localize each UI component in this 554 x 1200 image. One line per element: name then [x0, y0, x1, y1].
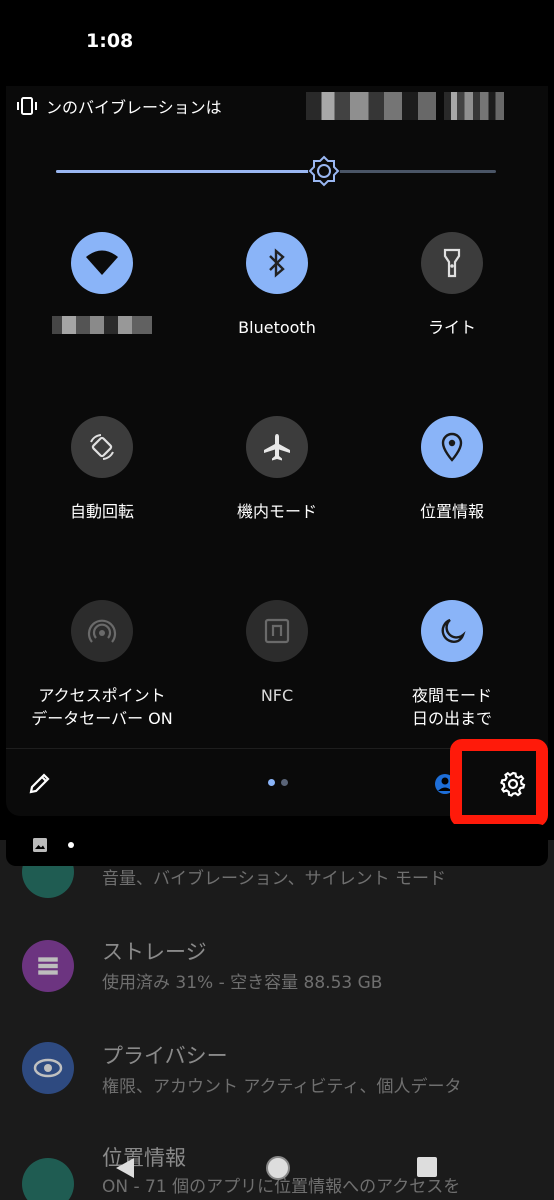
notification-dot — [68, 842, 74, 848]
navigation-bar — [0, 1140, 554, 1200]
tile-hotspot[interactable]: アクセスポイント データセーバー ON — [14, 600, 190, 730]
recents-icon[interactable] — [416, 1156, 438, 1178]
tile-label: 機内モード — [236, 502, 317, 521]
vibration-notice[interactable]: ンのバイブレーションは — [16, 92, 222, 120]
settings-item-title: ストレージ — [102, 940, 207, 964]
tile-nfc[interactable]: NFC — [189, 600, 365, 707]
page-dot — [281, 779, 288, 786]
redacted-text — [444, 92, 504, 120]
tile-sublabel: 日の出まで — [411, 709, 492, 728]
settings-item-subtitle: 使用済み 31% - 空き容量 88.53 GB — [102, 973, 383, 993]
back-icon[interactable] — [114, 1156, 136, 1180]
tile-label: ライト — [427, 318, 476, 337]
tile-label: 夜間モード 日の出まで — [364, 684, 540, 730]
settings-item-subtitle: 音量、バイブレーション、サイレント モード — [102, 869, 447, 889]
tile-label: NFC — [260, 686, 294, 705]
nfc-icon — [264, 618, 290, 644]
location-toggle[interactable] — [421, 416, 483, 478]
image-icon — [33, 838, 47, 852]
wifi-icon — [86, 250, 118, 275]
brightness-slider[interactable] — [56, 155, 496, 187]
notification-bar[interactable] — [6, 824, 548, 866]
tile-night-mode[interactable]: 夜間モード 日の出まで — [364, 600, 540, 730]
settings-item-storage[interactable]: ストレージ 使用済み 31% - 空き容量 88.53 GB — [0, 936, 554, 1036]
redacted-text — [306, 92, 436, 120]
privacy-eye-icon — [22, 1042, 74, 1094]
flashlight-icon — [443, 248, 461, 278]
night-mode-toggle[interactable] — [421, 600, 483, 662]
tile-label: 位置情報 — [419, 502, 484, 521]
tile-wifi[interactable] — [14, 232, 190, 334]
settings-item-privacy[interactable]: プライバシー 権限、アカウント アクティビティ、個人データ — [0, 1036, 554, 1136]
flashlight-toggle[interactable] — [421, 232, 483, 294]
quick-settings-panel: ンのバイブレーションは Bluetooth ライト 自動回転 機内モード 位置情… — [6, 86, 548, 816]
bluetooth-toggle[interactable] — [246, 232, 308, 294]
tile-bluetooth[interactable]: Bluetooth — [189, 232, 365, 339]
storage-icon — [22, 940, 74, 992]
hotspot-toggle[interactable] — [71, 600, 133, 662]
settings-item-subtitle: 権限、アカウント アクティビティ、個人データ — [102, 1077, 462, 1097]
home-icon[interactable] — [264, 1154, 292, 1182]
bluetooth-icon — [269, 248, 285, 278]
auto-rotate-toggle[interactable] — [71, 416, 133, 478]
tile-label: Bluetooth — [238, 318, 316, 337]
tile-sublabel: データセーバー ON — [31, 709, 173, 728]
brightness-slider-fill — [56, 170, 324, 173]
moon-icon — [441, 618, 466, 643]
location-pin-icon — [441, 432, 463, 462]
wifi-toggle[interactable] — [71, 232, 133, 294]
status-bar-time: 1:08 — [86, 30, 134, 52]
edit-pencil-icon[interactable] — [28, 771, 52, 795]
tile-auto-rotate[interactable]: 自動回転 — [14, 416, 190, 523]
redacted-wifi-name — [52, 316, 152, 334]
brightness-sun-icon[interactable] — [307, 154, 341, 188]
page-dot-active — [268, 779, 275, 786]
airplane-toggle[interactable] — [246, 416, 308, 478]
rotate-icon — [90, 434, 114, 460]
tile-label: アクセスポイント データセーバー ON — [14, 684, 190, 730]
nfc-toggle[interactable] — [246, 600, 308, 662]
tile-location[interactable]: 位置情報 — [364, 416, 540, 523]
tile-label: 自動回転 — [69, 502, 134, 521]
airplane-icon — [264, 434, 290, 461]
settings-highlight-box — [450, 739, 548, 827]
settings-item-title: プライバシー — [102, 1044, 228, 1068]
vibrate-icon — [17, 97, 37, 115]
vibration-notice-text: ンのバイブレーションは — [46, 98, 222, 117]
page-indicator — [268, 779, 288, 786]
hotspot-icon — [87, 619, 117, 643]
tile-flashlight[interactable]: ライト — [364, 232, 540, 339]
tile-airplane[interactable]: 機内モード — [189, 416, 365, 523]
